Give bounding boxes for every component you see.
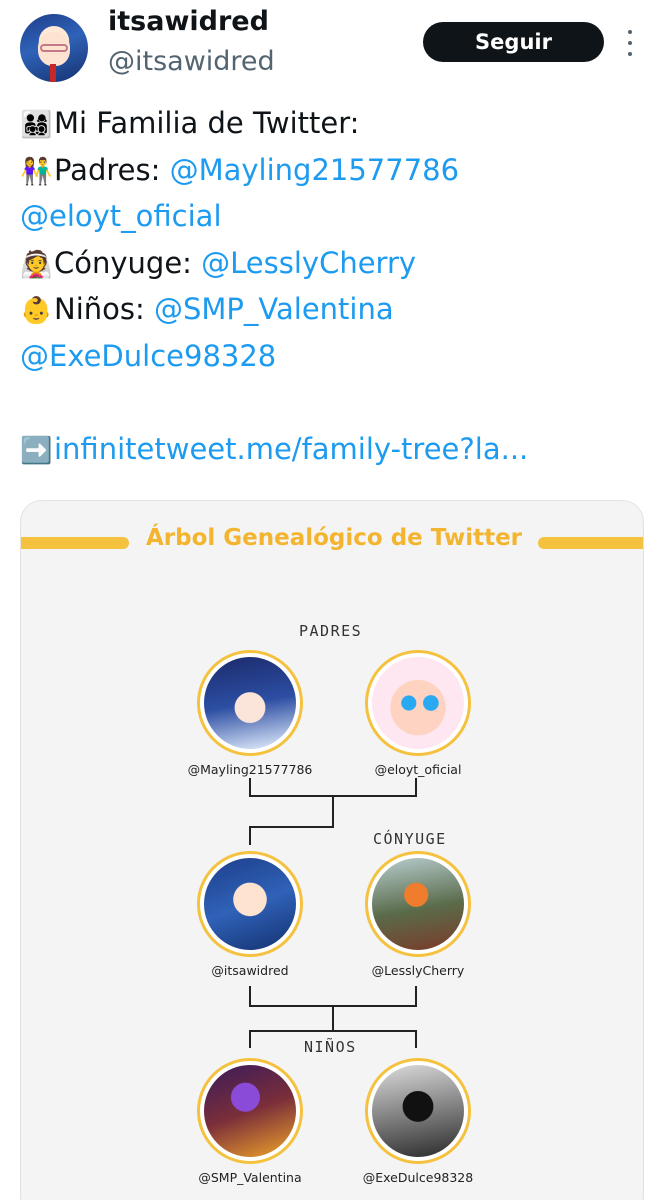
tweet-line: @eloyt_oficial	[20, 193, 650, 240]
display-name[interactable]: itsawidred	[108, 6, 269, 37]
family-emoji-icon: 👨‍👩‍👧‍👦	[20, 110, 53, 140]
mention-link[interactable]: @eloyt_oficial	[20, 199, 222, 233]
couple-emoji-icon: 👫	[20, 156, 53, 187]
section-label-padres: PADRES	[299, 622, 363, 640]
avatar-image	[204, 1065, 296, 1157]
mention-link[interactable]: @LesslyCherry	[201, 246, 416, 280]
tweet-line: 👰Cónyuge: @LesslyCherry	[20, 240, 650, 287]
member-lessly[interactable]: @LesslyCherry	[338, 851, 498, 978]
member-handle: @itsawidred	[211, 963, 289, 978]
member-eloyt[interactable]: @eloyt_oficial	[338, 650, 498, 777]
user-handle[interactable]: @itsawidred	[108, 46, 275, 77]
parents-connector	[249, 778, 417, 797]
tweet-line-text: Padres:	[54, 152, 170, 187]
mention-link[interactable]: @Mayling21577786	[170, 153, 459, 187]
glasses-decoration	[40, 44, 68, 52]
avatar[interactable]	[20, 14, 88, 82]
avatar	[197, 851, 303, 957]
avatar	[365, 1058, 471, 1164]
member-handle: @eloyt_oficial	[374, 762, 462, 777]
member-handle: @LesslyCherry	[371, 963, 465, 978]
member-exe[interactable]: @ExeDulce98328	[338, 1058, 498, 1185]
more-options-icon[interactable]	[620, 30, 640, 56]
tweet-line: ➡️infinitetweet.me/family-tree?la...	[20, 426, 650, 473]
tweet-text: 👨‍👩‍👧‍👦Mi Familia de Twitter: 👫Padres: @…	[20, 100, 650, 472]
member-mayling[interactable]: @Mayling21577786	[170, 650, 330, 777]
bride-emoji-icon: 👰	[20, 249, 53, 280]
avatar-image	[204, 858, 296, 950]
mention-link[interactable]: @ExeDulce98328	[20, 339, 276, 373]
avatar	[365, 851, 471, 957]
tweet-line: @ExeDulce98328	[20, 333, 650, 380]
avatar-image	[372, 657, 464, 749]
spouse-connector	[249, 986, 417, 1007]
family-tree-card[interactable]: Árbol Genealógico de Twitter PADRES CÓNY…	[20, 500, 644, 1200]
avatar	[365, 650, 471, 756]
tweet-line-text: Mi Familia de Twitter:	[54, 106, 360, 140]
member-handle: @SMP_Valentina	[198, 1170, 302, 1185]
member-smp[interactable]: @SMP_Valentina	[170, 1058, 330, 1185]
tweet-line-text: Niños:	[54, 292, 154, 326]
avatar-image	[204, 657, 296, 749]
mention-link[interactable]: @SMP_Valentina	[154, 292, 394, 326]
tweet-line: 👫Padres: @Mayling21577786	[20, 147, 650, 194]
avatar-image	[372, 1065, 464, 1157]
member-handle: @ExeDulce98328	[362, 1170, 474, 1185]
external-link[interactable]: infinitetweet.me/family-tree?la...	[54, 432, 528, 466]
section-label-conyuge: CÓNYUGE	[373, 830, 447, 848]
arrow-right-icon: ➡️	[20, 435, 53, 466]
baby-emoji-icon: 👶	[20, 296, 53, 326]
avatar	[197, 650, 303, 756]
tweet-line-text: Cónyuge:	[54, 245, 202, 280]
follow-button[interactable]: Seguir	[423, 22, 604, 62]
parents-to-child-connector	[249, 796, 334, 845]
tweet-line: 👨‍👩‍👧‍👦Mi Familia de Twitter:	[20, 100, 650, 147]
avatar-image	[372, 858, 464, 950]
tweet-header: itsawidred @itsawidred Seguir	[0, 0, 664, 96]
avatar	[197, 1058, 303, 1164]
tweet-line: 👶Niños: @SMP_Valentina	[20, 286, 650, 333]
section-label-ninos: NIÑOS	[304, 1038, 357, 1056]
member-itsawidred[interactable]: @itsawidred	[170, 851, 330, 978]
member-handle: @Mayling21577786	[187, 762, 313, 777]
tree-connectors	[249, 778, 417, 1048]
